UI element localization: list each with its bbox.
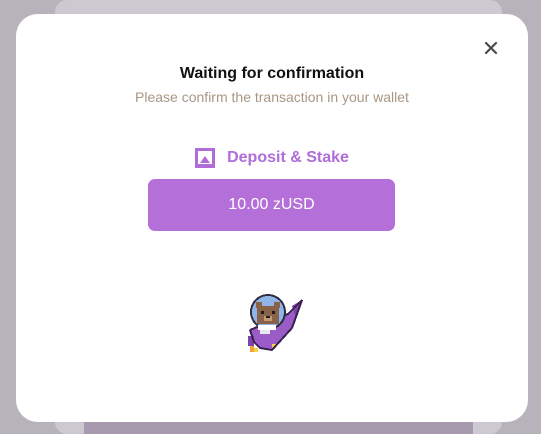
- deposit-icon: [195, 148, 216, 168]
- confirmation-modal: Waiting for confirmation Please confirm …: [16, 14, 528, 422]
- modal-subtitle: Please confirm the transaction in your w…: [135, 89, 409, 105]
- action-summary: Deposit & Stake: [16, 148, 528, 168]
- close-icon: [484, 41, 498, 55]
- action-label: Deposit & Stake: [227, 149, 349, 166]
- amount-display: 10.00 zUSD: [148, 179, 395, 231]
- astronaut-bear-rocket-icon: [242, 292, 304, 354]
- modal-title: Waiting for confirmation: [179, 65, 365, 82]
- close-button[interactable]: [481, 38, 501, 58]
- amount-value: 10.00 zUSD: [228, 196, 315, 213]
